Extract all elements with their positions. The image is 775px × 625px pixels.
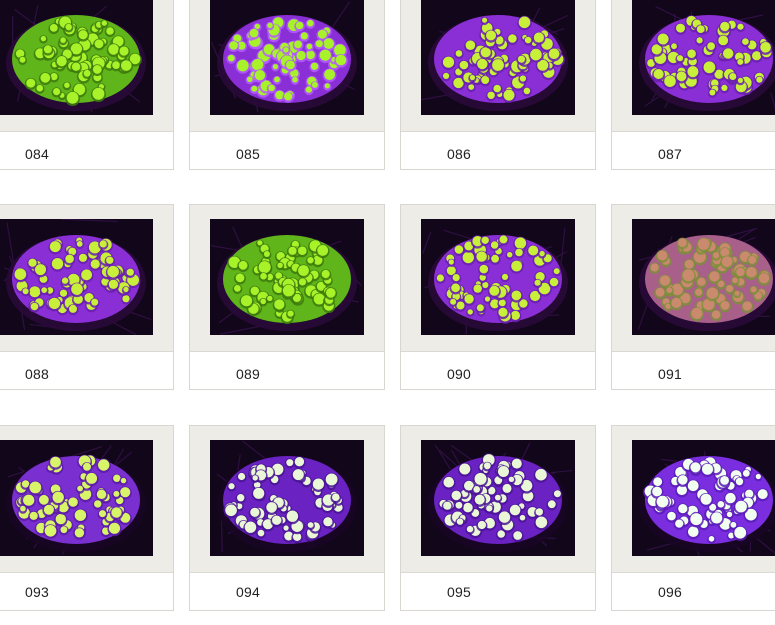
coral-photo[interactable] [421, 0, 575, 115]
coral-card[interactable]: 087 [611, 0, 775, 170]
coral-image [421, 219, 575, 335]
coral-card[interactable]: 093 [0, 425, 174, 611]
coral-code[interactable]: 084 [25, 146, 49, 162]
photo-mat [612, 0, 775, 132]
photo-mat [0, 426, 173, 573]
coral-card[interactable]: 095 [400, 425, 596, 611]
coral-card[interactable]: 091 [611, 204, 775, 390]
photo-mat [401, 0, 595, 132]
coral-image [210, 0, 364, 115]
photo-mat [0, 205, 173, 352]
coral-code[interactable]: 095 [447, 584, 471, 600]
photo-mat [190, 205, 384, 352]
coral-code[interactable]: 094 [236, 584, 260, 600]
coral-photo[interactable] [210, 219, 364, 335]
coral-code[interactable]: 090 [447, 366, 471, 382]
coral-image [632, 219, 775, 335]
coral-photo[interactable] [632, 440, 775, 556]
photo-mat [190, 426, 384, 573]
coral-card[interactable]: 094 [189, 425, 385, 611]
photo-mat [190, 0, 384, 132]
coral-code[interactable]: 085 [236, 146, 260, 162]
photo-mat [612, 426, 775, 573]
coral-photo[interactable] [0, 0, 153, 115]
coral-card[interactable]: 088 [0, 204, 174, 390]
coral-card[interactable]: 085 [189, 0, 385, 170]
coral-image [210, 440, 364, 556]
coral-code[interactable]: 093 [25, 584, 49, 600]
photo-mat [401, 426, 595, 573]
coral-photo[interactable] [210, 440, 364, 556]
coral-photo[interactable] [0, 440, 153, 556]
coral-code[interactable]: 091 [658, 366, 682, 382]
coral-code[interactable]: 096 [658, 584, 682, 600]
coral-photo[interactable] [632, 0, 775, 115]
coral-gallery-grid: 084 085 086 087 088 089 090 091 093 094 … [0, 0, 775, 625]
coral-image [421, 440, 575, 556]
coral-photo[interactable] [0, 219, 153, 335]
coral-card[interactable]: 089 [189, 204, 385, 390]
coral-card[interactable]: 084 [0, 0, 174, 170]
coral-card[interactable]: 090 [400, 204, 596, 390]
coral-code[interactable]: 089 [236, 366, 260, 382]
photo-mat [612, 205, 775, 352]
coral-image [0, 219, 153, 335]
coral-code[interactable]: 086 [447, 146, 471, 162]
coral-image [0, 440, 153, 556]
coral-code[interactable]: 088 [25, 366, 49, 382]
coral-image [0, 0, 153, 115]
coral-photo[interactable] [421, 440, 575, 556]
coral-image [210, 219, 364, 335]
coral-card[interactable]: 096 [611, 425, 775, 611]
photo-mat [0, 0, 173, 132]
coral-image [632, 440, 775, 556]
coral-code[interactable]: 087 [658, 146, 682, 162]
coral-photo[interactable] [632, 219, 775, 335]
coral-image [632, 0, 775, 115]
coral-photo[interactable] [421, 219, 575, 335]
coral-photo[interactable] [210, 0, 364, 115]
photo-mat [401, 205, 595, 352]
coral-card[interactable]: 086 [400, 0, 596, 170]
coral-image [421, 0, 575, 115]
